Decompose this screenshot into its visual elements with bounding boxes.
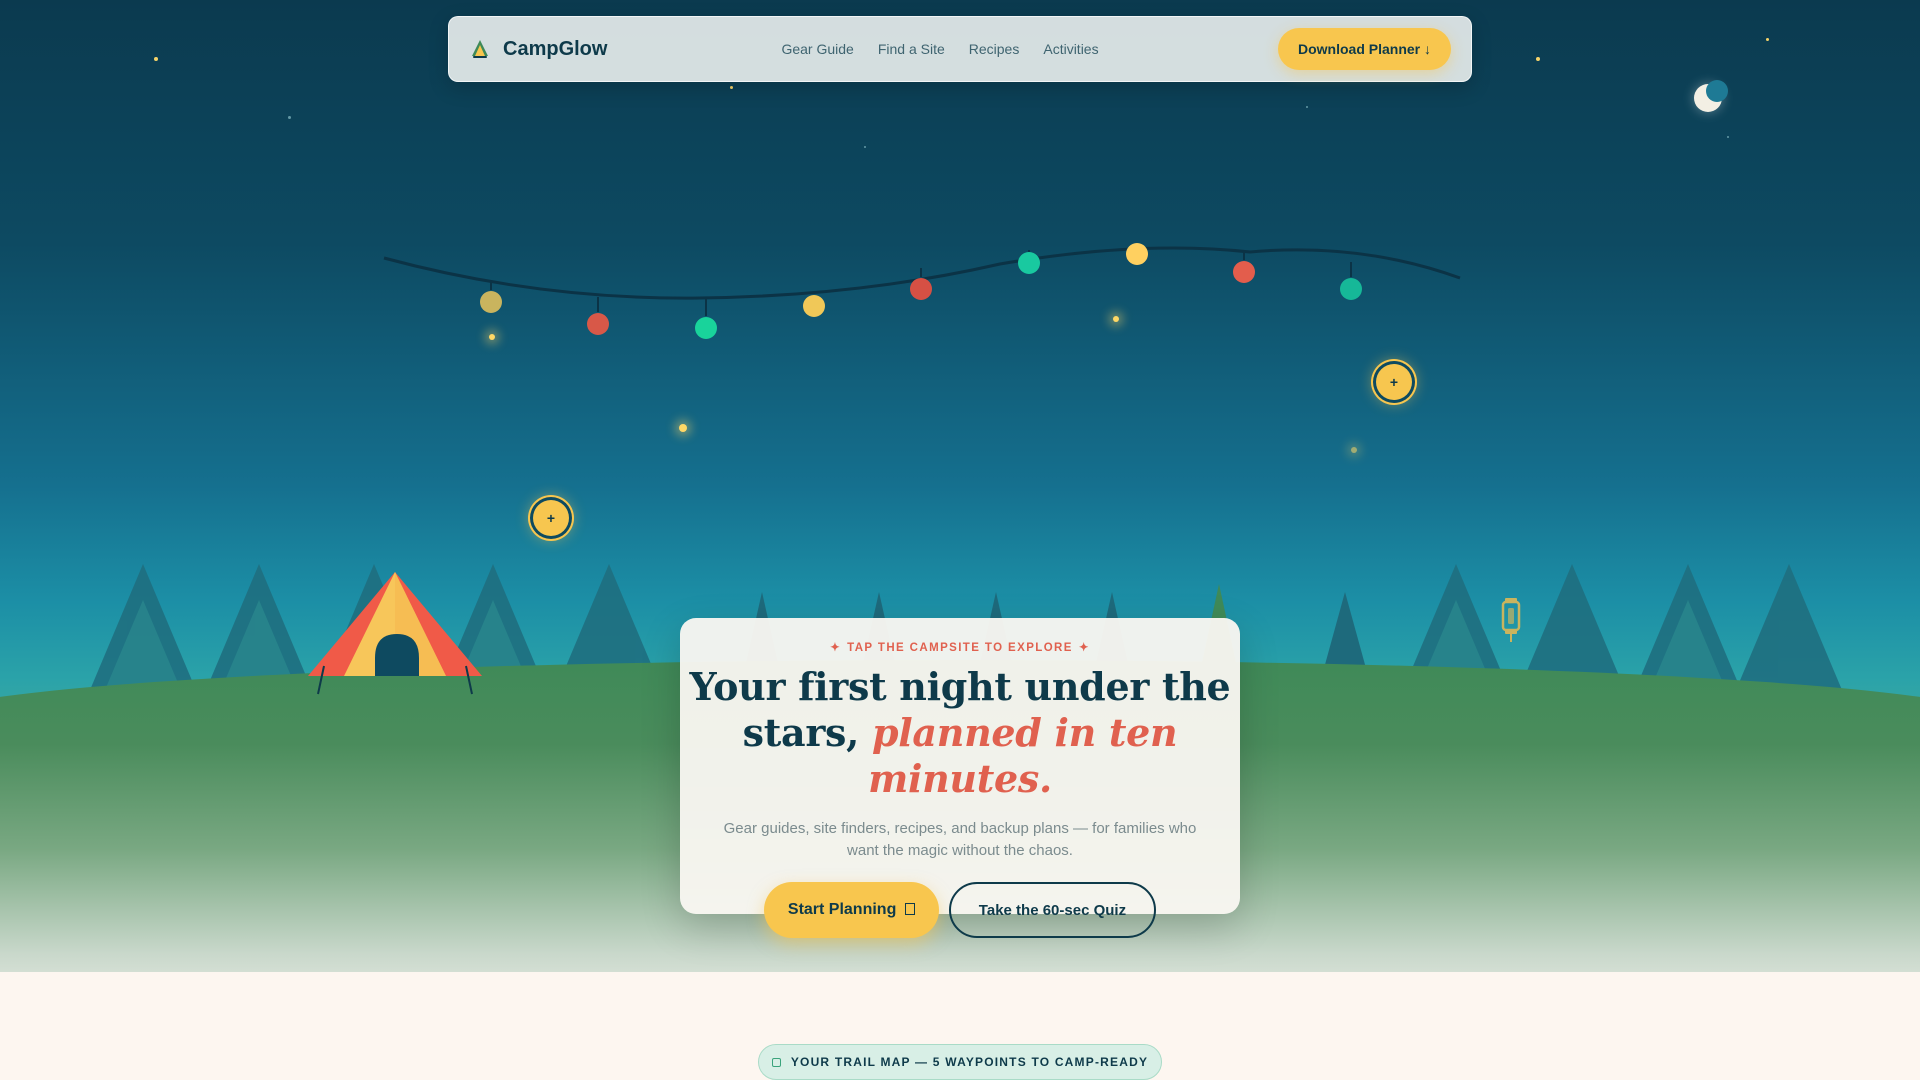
quiz-button[interactable]: Take the 60-sec Quiz <box>948 882 1157 938</box>
bulb <box>695 298 717 339</box>
hotspot-button[interactable]: + <box>533 500 569 536</box>
sparkle-icon: ✦ <box>1078 642 1090 654</box>
arrow-icon <box>904 903 915 915</box>
trail-map-badge: YOUR TRAIL MAP — 5 WAYPOINTS TO CAMP-REA… <box>758 1044 1162 1080</box>
bulb <box>803 293 825 317</box>
bulb <box>1018 250 1040 274</box>
lantern-icon[interactable] <box>1500 596 1522 642</box>
cta-row: Start Planning Take the 60-sec Quiz <box>680 882 1240 938</box>
firefly <box>679 424 687 432</box>
campfire-logo-icon <box>472 40 488 58</box>
main-nav: Gear Guide Find a Site Recipes Activitie… <box>781 41 1098 57</box>
hero-headline: Your first night under the stars, planne… <box>680 664 1240 802</box>
firefly <box>489 334 495 340</box>
hero-card: ✦ TAP THE CAMPSITE TO EXPLORE ✦ Your first… <box>680 618 1240 938</box>
bulb <box>1340 262 1362 300</box>
map-pin-icon <box>771 1057 781 1067</box>
bulb <box>1126 243 1148 265</box>
eyebrow-text: TAP THE CAMPSITE TO EXPLORE <box>847 642 1073 654</box>
tent-icon[interactable] <box>300 568 500 698</box>
hero-eyebrow: ✦ TAP THE CAMPSITE TO EXPLORE ✦ <box>680 640 1240 654</box>
start-planning-label: Start Planning <box>787 901 897 918</box>
firefly <box>1113 316 1119 322</box>
nav-link-recipes[interactable]: Recipes <box>969 41 1020 57</box>
hero-subtext: Gear guides, site finders, recipes, and … <box>723 820 1197 859</box>
nav-link-activities[interactable]: Activities <box>1043 41 1098 57</box>
headline-accent: planned in ten minutes. <box>868 710 1178 801</box>
sparkle-icon: ✦ <box>830 642 842 654</box>
start-planning-button[interactable]: Start Planning <box>763 882 939 938</box>
bulb <box>587 297 609 335</box>
nav-link-find-a-site[interactable]: Find a Site <box>878 41 945 57</box>
hotspot-button[interactable]: + <box>1376 364 1412 400</box>
bulb <box>1233 252 1255 283</box>
bulb <box>910 268 932 300</box>
bulb <box>480 280 502 313</box>
trail-map-label: YOUR TRAIL MAP — 5 WAYPOINTS TO CAMP-REA… <box>790 1055 1149 1069</box>
download-planner-button[interactable]: Download Planner ↓ <box>1277 28 1451 70</box>
brand-logo[interactable]: CampGlow <box>469 38 607 61</box>
firefly <box>1351 447 1357 453</box>
brand-name: CampGlow <box>503 37 608 60</box>
top-navbar: CampGlow Gear Guide Find a Site Recipes … <box>448 16 1472 82</box>
nav-link-gear-guide[interactable]: Gear Guide <box>781 41 853 57</box>
